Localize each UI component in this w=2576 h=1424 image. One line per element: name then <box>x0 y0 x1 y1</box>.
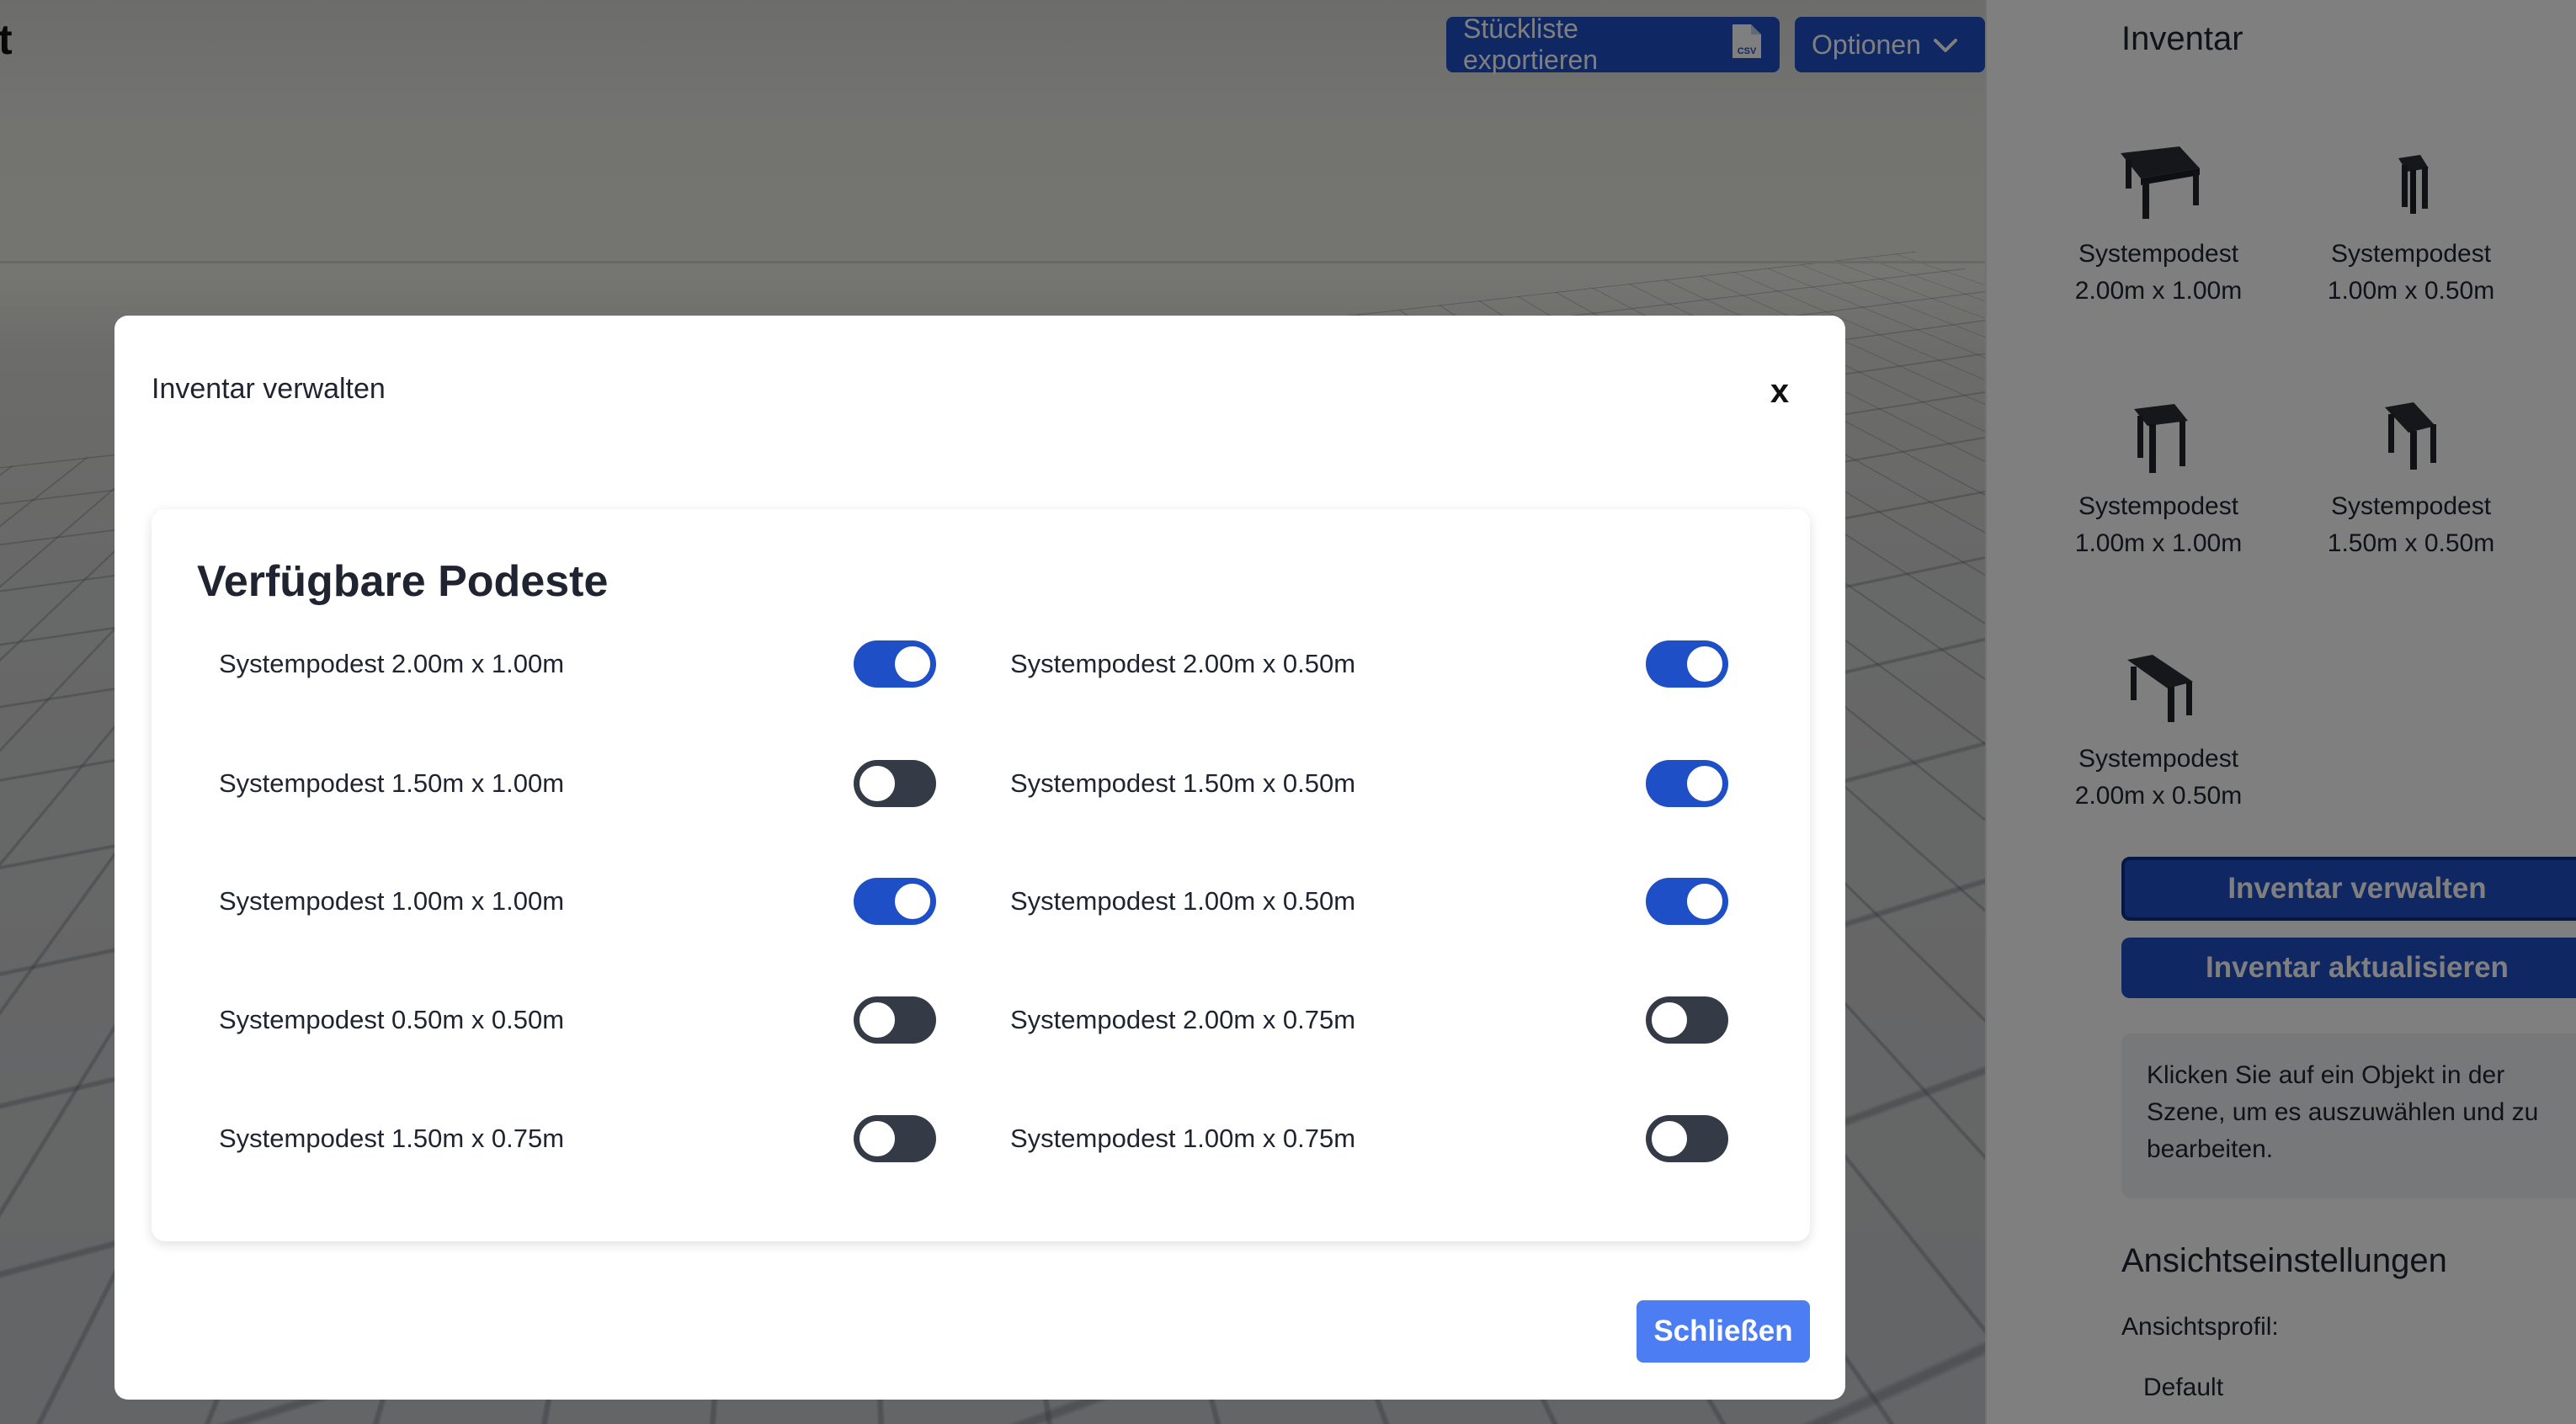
close-button[interactable]: Schließen <box>1637 1300 1810 1363</box>
toggle-knob <box>1650 1119 1689 1158</box>
manage-inventory-modal: Inventar verwalten x Verfügbare Podeste … <box>114 316 1845 1400</box>
podium-option-row: Systempodest 1.00m x 0.50m <box>1010 876 1355 927</box>
toggle-knob <box>858 1119 897 1158</box>
toggle-knob <box>1685 645 1724 683</box>
close-icon[interactable]: x <box>1756 368 1803 415</box>
podium-toggle[interactable] <box>1646 996 1728 1044</box>
toggle-knob <box>1650 1001 1689 1039</box>
podium-option-row: Systempodest 1.50m x 0.75m <box>219 1113 564 1164</box>
toggle-knob <box>858 1001 897 1039</box>
podium-toggle[interactable] <box>854 640 936 688</box>
podium-toggle[interactable] <box>854 1115 936 1162</box>
podium-option-row: Systempodest 1.00m x 0.75m <box>1010 1113 1355 1164</box>
toggle-knob <box>858 764 897 803</box>
podium-toggle[interactable] <box>1646 760 1728 807</box>
podium-option-label: Systempodest 2.00m x 1.00m <box>219 649 564 679</box>
podium-toggle[interactable] <box>1646 1115 1728 1162</box>
podium-option-label: Systempodest 2.00m x 0.75m <box>1010 1005 1355 1035</box>
podium-option-label: Systempodest 1.50m x 0.50m <box>1010 768 1355 799</box>
podium-option-row: Systempodest 2.00m x 0.50m <box>1010 639 1355 689</box>
modal-title: Inventar verwalten <box>152 373 386 406</box>
toggle-knob <box>1685 764 1724 803</box>
podium-option-label: Systempodest 1.00m x 1.00m <box>219 886 564 917</box>
podium-option-label: Systempodest 0.50m x 0.50m <box>219 1005 564 1035</box>
toggle-knob <box>1685 882 1724 921</box>
podium-option-label: Systempodest 1.50m x 1.00m <box>219 768 564 799</box>
podium-option-row: Systempodest 1.50m x 0.50m <box>1010 758 1355 809</box>
podium-toggle[interactable] <box>1646 640 1728 688</box>
podium-toggle[interactable] <box>854 996 936 1044</box>
toggle-knob <box>893 645 932 683</box>
podium-toggle[interactable] <box>854 760 936 807</box>
podium-toggle[interactable] <box>1646 878 1728 925</box>
podium-toggle[interactable] <box>854 878 936 925</box>
card-title: Verfügbare Podeste <box>197 556 608 607</box>
podium-option-label: Systempodest 2.00m x 0.50m <box>1010 649 1355 679</box>
podium-option-row: Systempodest 0.50m x 0.50m <box>219 995 564 1045</box>
podium-option-row: Systempodest 1.00m x 1.00m <box>219 876 564 927</box>
podium-option-label: Systempodest 1.50m x 0.75m <box>219 1124 564 1154</box>
podium-option-label: Systempodest 1.00m x 0.50m <box>1010 886 1355 917</box>
podium-option-label: Systempodest 1.00m x 0.75m <box>1010 1124 1355 1154</box>
podium-option-row: Systempodest 1.50m x 1.00m <box>219 758 564 809</box>
podium-option-row: Systempodest 2.00m x 1.00m <box>219 639 564 689</box>
podium-option-row: Systempodest 2.00m x 0.75m <box>1010 995 1355 1045</box>
toggle-knob <box>893 882 932 921</box>
available-podiums-card: Verfügbare Podeste Systempodest 2.00m x … <box>152 509 1810 1241</box>
